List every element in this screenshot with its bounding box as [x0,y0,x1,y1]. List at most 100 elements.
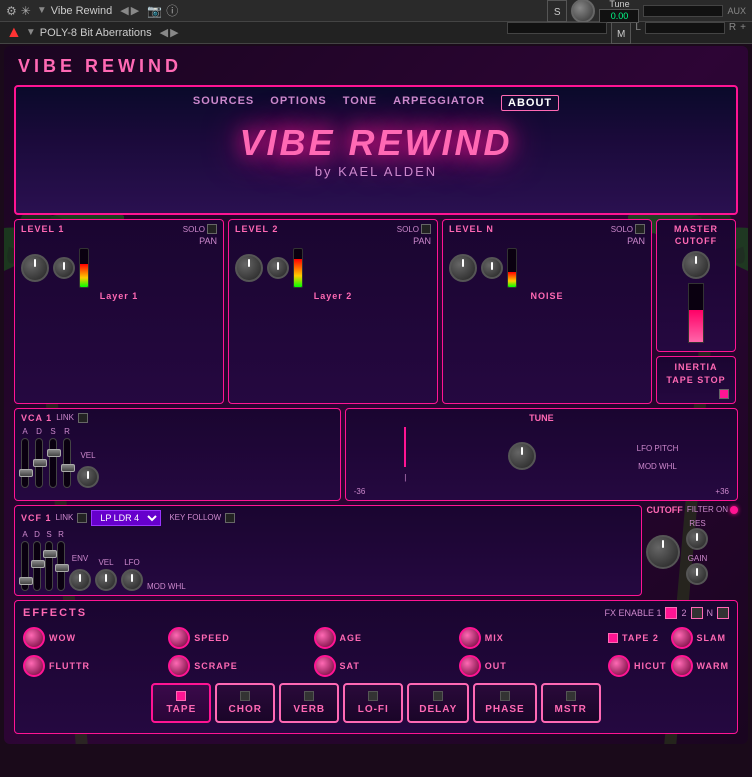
solo1-checkbox[interactable] [207,224,217,234]
vca-a-slider[interactable] [21,438,29,488]
fx-2-label: 2 [681,608,686,618]
tune-knob-main[interactable] [508,442,536,470]
second-bar: ▲ ▼ POLY-8 Bit Aberrations ◀ ▶ M L R + [0,22,752,44]
verb-indicator [304,691,314,701]
m-button[interactable]: M [611,22,631,44]
r-button[interactable]: R [729,22,736,44]
lofi-button[interactable]: LO-FI [343,683,403,723]
fx-hicut-knob[interactable] [608,655,630,677]
vca-vel-knob[interactable] [77,466,99,488]
vca-s-slider[interactable] [49,438,57,488]
l-button[interactable]: L [635,22,641,44]
second-arrow[interactable]: ▼ [26,27,36,38]
fx-enable-label: FX ENABLE 1 [604,608,661,618]
vca-link-checkbox[interactable] [78,413,88,423]
vca-s-thumb[interactable] [47,449,61,457]
vcf-a-slider[interactable] [21,541,29,591]
vca-d-thumb[interactable] [33,459,47,467]
level2-knob[interactable] [235,254,263,282]
tape-button[interactable]: TAPE [151,683,211,723]
preset-prev[interactable]: ◀ [160,26,168,39]
snowflake-icon[interactable]: ✳ [21,4,31,18]
fx-slam-knob[interactable] [671,627,693,649]
camera-icon[interactable]: 📷 [147,4,162,18]
vcf-d-slider[interactable] [33,541,41,591]
vcf-s-slider[interactable] [45,541,53,591]
soloN-checkbox[interactable] [635,224,645,234]
fx-warm-knob[interactable] [671,655,693,677]
fx-age-knob[interactable] [314,627,336,649]
title-arrow[interactable]: ▼ [37,5,47,16]
title-next[interactable]: ▶ [131,4,139,17]
tab-tone[interactable]: TONE [343,95,377,111]
level2-box: LEVEL 2 SOLO PAN Layer 2 [228,219,438,404]
fx-enable1-btn[interactable] [665,607,677,619]
master-cutoff-knob[interactable] [682,251,710,279]
tab-options[interactable]: OPTIONS [270,95,327,111]
fx-enable2-btn[interactable] [691,607,703,619]
vcf-d-label: D [34,530,40,539]
filter-on-led[interactable] [730,506,738,514]
phase-button[interactable]: PHASE [473,683,536,723]
key-follow-label: KEY FOLLOW [169,513,221,522]
plus-icon[interactable]: + [740,22,746,44]
levelN-knob[interactable] [449,254,477,282]
fx-fluttr-knob[interactable] [23,655,45,677]
vca-r-thumb[interactable] [61,464,75,472]
panN-knob[interactable] [481,257,503,279]
vcf-s-thumb[interactable] [43,550,57,558]
vcf-r-thumb[interactable] [55,564,69,572]
tab-about[interactable]: ABOUT [501,95,559,111]
pan2-knob[interactable] [267,257,289,279]
vca-a-thumb[interactable] [19,469,33,477]
level1-box: LEVEL 1 SOLO PAN Layer 1 [14,219,224,404]
fx-enableN-btn[interactable] [717,607,729,619]
delay-button[interactable]: DELAY [407,683,469,723]
vcf-filter-select[interactable]: LP LDR 4 [91,510,161,526]
fx-sat: SAT [314,655,455,677]
info-icon[interactable]: ⓘ [166,2,178,19]
tab-arpeggiator[interactable]: ARPEGGIATOR [393,95,485,111]
fx-scrape-label: SCRAPE [194,661,238,671]
pan1-knob[interactable] [53,257,75,279]
fx-wow-knob[interactable] [23,627,45,649]
vcf-vel-knob[interactable] [95,569,117,591]
fx-out: OUT [459,655,600,677]
cutoff-knob[interactable] [646,535,680,569]
preset-next[interactable]: ▶ [170,26,178,39]
s-button[interactable]: S [547,0,568,22]
display-main-title: VIBE REWIND [239,122,512,164]
vca-r-slider[interactable] [63,438,71,488]
levelN-fill [508,272,516,287]
vcf-env-label: ENV [72,554,88,563]
vcf-r-slider[interactable] [57,541,65,591]
mstr-button[interactable]: MSTR [541,683,601,723]
vcf-env-knob[interactable] [69,569,91,591]
fx-sat-knob[interactable] [314,655,336,677]
level1-knob[interactable] [21,254,49,282]
tab-sources[interactable]: SOURCES [193,95,254,111]
fx-mix-knob[interactable] [459,627,481,649]
verb-button[interactable]: VERB [279,683,339,723]
fx-speed-knob[interactable] [168,627,190,649]
chor-button[interactable]: CHOR [215,683,275,723]
settings-icon[interactable]: ⚙ [6,4,17,18]
res-knob[interactable] [686,528,708,550]
fx-out-knob[interactable] [459,655,481,677]
tune-knob[interactable] [571,0,595,23]
tape2-led[interactable] [608,633,618,643]
vcf-d-thumb[interactable] [31,560,45,568]
vcf-a-thumb[interactable] [19,577,33,585]
gain-knob[interactable] [686,563,708,585]
fx-tape2: TAPE 2 [608,627,667,649]
fx-scrape-knob[interactable] [168,655,190,677]
vca-d-slider[interactable] [35,438,43,488]
vcf-link-checkbox[interactable] [77,513,87,523]
solo2-checkbox[interactable] [421,224,431,234]
inertia-checkbox[interactable] [719,389,729,399]
title-prev[interactable]: ◀ [120,4,128,17]
key-follow-checkbox[interactable] [225,513,235,523]
vcf-lfo-knob[interactable] [121,569,143,591]
vcf-vel-label: VEL [98,558,113,567]
res-label: RES [689,519,705,528]
